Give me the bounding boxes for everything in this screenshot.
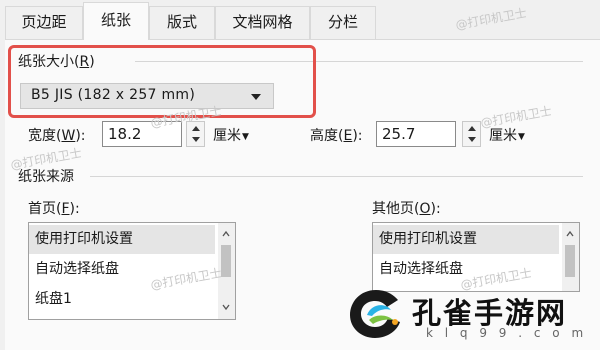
other-pages-label: 其他页(O): [372,201,441,217]
peacock-logo-icon [350,290,400,338]
tab-paper[interactable]: 纸张 [83,2,149,40]
tab-label: 文档网格 [232,13,293,31]
height-stepper[interactable] [462,121,481,147]
highlight-box [8,45,316,118]
height-value: 25.7 [382,125,416,143]
width-value: 18.2 [108,125,142,143]
tab-label: 版式 [166,13,197,31]
scroll-up-icon[interactable] [566,230,574,238]
tab-label: 纸张 [100,11,131,29]
scroll-thumb[interactable] [565,245,575,277]
list-item[interactable]: 使用打印机设置 [29,225,215,254]
list-item[interactable]: 纸盘1 [29,285,215,314]
decrement-button[interactable] [187,134,204,146]
increment-button[interactable] [463,122,480,134]
tab-layout[interactable]: 版式 [149,6,215,39]
tab-document-grid[interactable]: 文档网格 [215,6,310,39]
width-unit-dropdown[interactable]: 厘米▼ [213,125,249,145]
first-page-label: 首页(F): [28,201,80,217]
scroll-up-icon[interactable] [222,230,230,238]
tab-columns[interactable]: 分栏 [310,6,376,39]
arrow-up-icon [468,126,476,131]
arrow-down-icon [192,137,200,142]
caret-down-icon: ▼ [518,132,525,142]
width-stepper[interactable] [186,121,205,147]
list-item[interactable]: 使用打印机设置 [373,225,559,254]
arrow-down-icon [468,137,476,142]
height-input[interactable]: 25.7 [376,121,456,147]
width-label: 宽度(W): [28,128,86,144]
arrow-up-icon [192,126,200,131]
scrollbar[interactable] [562,223,579,291]
height-label: 高度(E): [310,128,363,144]
decrement-button[interactable] [463,134,480,146]
scroll-down-icon[interactable] [222,303,230,311]
tab-label: 页边距 [21,13,67,31]
tab-margins[interactable]: 页边距 [5,6,83,39]
caret-down-icon: ▼ [242,132,249,142]
scroll-thumb[interactable] [221,245,231,277]
logo-domain: k l q 9 9 . c o m [426,326,588,340]
divider [90,176,583,177]
tab-label: 分栏 [327,13,358,31]
